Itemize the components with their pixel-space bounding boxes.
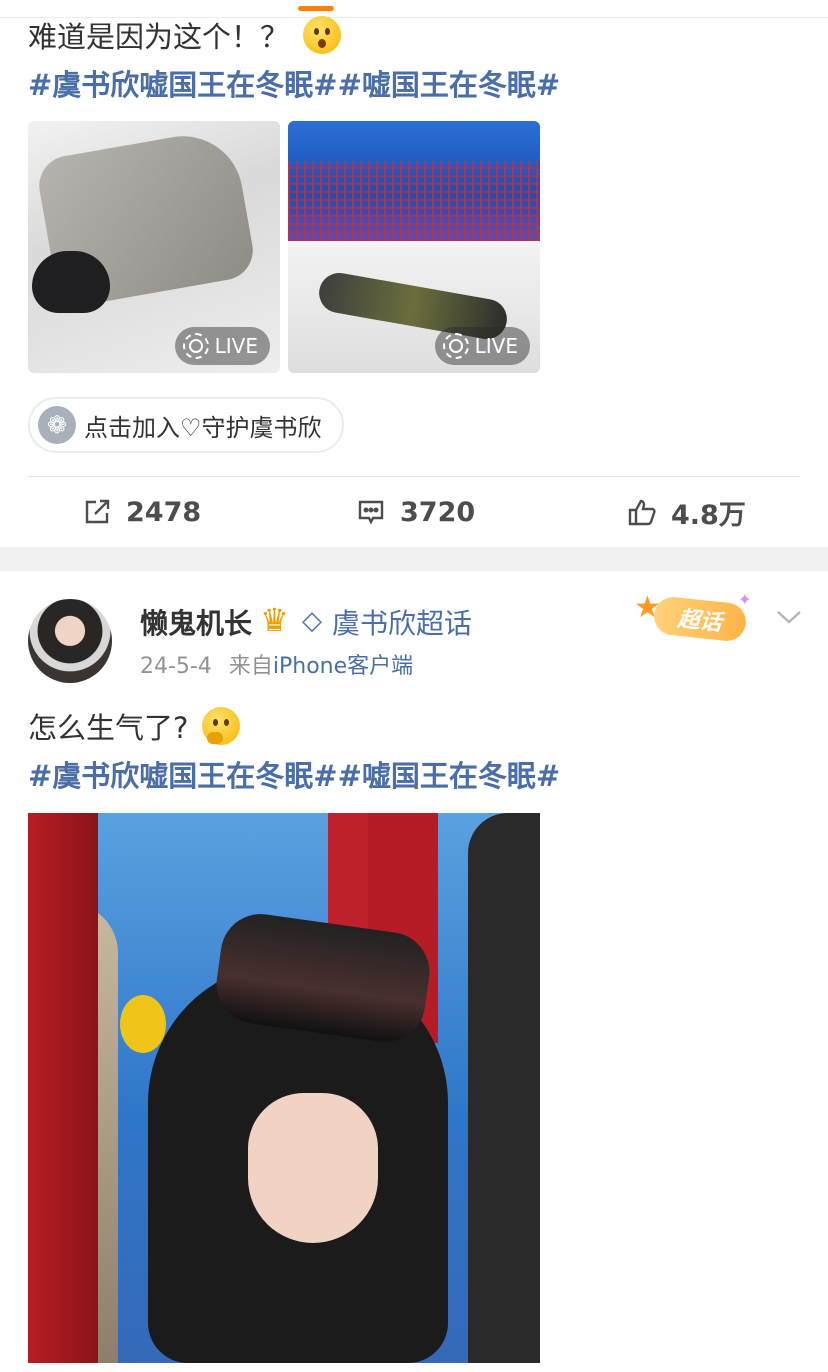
hashtag-link[interactable]: #虞书欣嘘国王在冬眠##嘘国王在冬眠# bbox=[28, 62, 560, 104]
flower-icon bbox=[38, 406, 76, 444]
like-button[interactable]: 4.8万 bbox=[627, 490, 746, 534]
post-text-content: 难道是因为这个！？ bbox=[28, 20, 290, 54]
post-image-main[interactable] bbox=[28, 813, 540, 1363]
post-image-1[interactable]: LIVE bbox=[28, 121, 280, 373]
section-separator bbox=[0, 547, 828, 571]
source-prefix: 来自 bbox=[228, 654, 273, 679]
live-badge: LIVE bbox=[434, 327, 530, 365]
like-count: 4.8万 bbox=[671, 499, 746, 531]
comment-icon bbox=[358, 500, 384, 525]
face-shape bbox=[248, 1093, 378, 1243]
post-author: 懒鬼机长 虞书欣超话 bbox=[140, 601, 472, 642]
supertopic-join-label: 点击加入♡守护虞书欣 bbox=[84, 413, 322, 442]
tab-indicator bbox=[298, 6, 334, 11]
astonished-emoji-icon bbox=[303, 16, 342, 54]
net-shape bbox=[288, 161, 540, 241]
dark-figure-shape bbox=[468, 813, 540, 1363]
post-meta: 24-5-4 来自iPhone客户端 bbox=[140, 648, 413, 680]
live-badge: LIVE bbox=[174, 327, 270, 365]
user-avatar[interactable] bbox=[28, 599, 112, 683]
post-date: 24-5-4 bbox=[140, 654, 212, 679]
share-count: 2478 bbox=[126, 496, 202, 528]
post-text: 难道是因为这个！？ bbox=[28, 14, 342, 56]
share-button[interactable]: 2478 bbox=[82, 490, 201, 534]
sparkle-icon: ✦ bbox=[738, 590, 752, 609]
username-link[interactable]: 懒鬼机长 bbox=[140, 602, 252, 642]
post-image-2[interactable]: LIVE bbox=[288, 121, 540, 373]
action-divider bbox=[28, 476, 800, 477]
source-link[interactable]: iPhone客户端 bbox=[273, 654, 413, 679]
thumbs-up-icon bbox=[628, 499, 656, 526]
post-text-content: 怎么生气了? bbox=[28, 711, 189, 745]
gondola-frame-shape bbox=[28, 813, 98, 1363]
helmet-shape bbox=[32, 251, 110, 313]
post-text: 怎么生气了? bbox=[28, 705, 241, 747]
comment-count: 3720 bbox=[400, 496, 476, 528]
live-label: LIVE bbox=[474, 334, 518, 358]
live-photo-icon bbox=[182, 333, 209, 359]
share-icon bbox=[85, 499, 110, 524]
hashtag-link[interactable]: #虞书欣嘘国王在冬眠##嘘国王在冬眠# bbox=[28, 753, 560, 795]
supertopic-badge[interactable]: ★ 超话 ✦ bbox=[634, 590, 756, 646]
supertopic-join-chip[interactable]: 点击加入♡守护虞书欣 bbox=[28, 397, 344, 453]
crown-icon bbox=[258, 601, 294, 639]
chevron-down-icon[interactable] bbox=[776, 607, 802, 627]
diamond-icon bbox=[302, 606, 326, 636]
supertopic-link[interactable]: 虞书欣超话 bbox=[332, 602, 472, 642]
live-label: LIVE bbox=[214, 334, 258, 358]
yellow-clip-shape bbox=[120, 995, 166, 1053]
live-photo-icon bbox=[442, 333, 469, 359]
thinking-emoji-icon bbox=[202, 707, 241, 745]
comment-button[interactable]: 3720 bbox=[356, 490, 475, 534]
supertopic-badge-label: 超话 bbox=[652, 595, 748, 643]
